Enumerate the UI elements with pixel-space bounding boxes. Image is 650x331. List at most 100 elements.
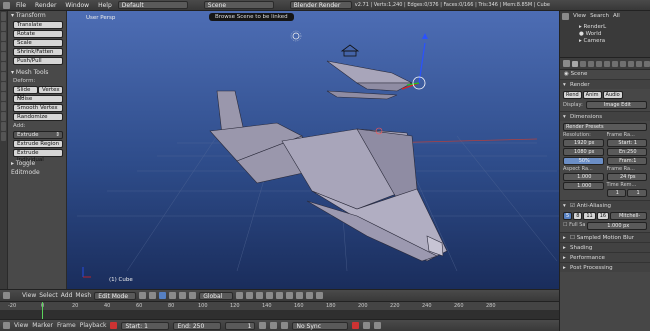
- panel-header-transform[interactable]: ▾ Transform: [9, 11, 65, 20]
- record-icon[interactable]: [110, 322, 118, 329]
- jump-start-icon[interactable]: [259, 322, 267, 329]
- timeline-ruler[interactable]: -20 0 20 40 60 80 100 120 140 160 180 20…: [0, 302, 559, 310]
- snap-element-icon[interactable]: [306, 292, 314, 299]
- modifiers-tab-icon[interactable]: [620, 60, 626, 67]
- resolution-percent-slider[interactable]: 50%: [563, 157, 604, 165]
- current-frame-field[interactable]: 1: [225, 321, 256, 330]
- translate-manipulator-icon[interactable]: [169, 292, 177, 299]
- render-presets-menu[interactable]: Render Presets: [563, 123, 647, 131]
- constraints-tab-icon[interactable]: [612, 60, 618, 67]
- full-sample-checkbox[interactable]: ☐ Full Sa: [563, 222, 585, 229]
- smooth-vertex-button[interactable]: Smooth Vertex: [13, 104, 63, 112]
- face-select-icon[interactable]: [266, 292, 274, 299]
- layout-selector[interactable]: Default: [117, 1, 188, 9]
- panel-header-shading[interactable]: Shading: [560, 242, 650, 253]
- outliner-menu-all[interactable]: All: [613, 13, 620, 20]
- scene-selector[interactable]: Scene: [203, 1, 274, 9]
- timeline[interactable]: -20 0 20 40 60 80 100 120 140 160 180 20…: [0, 301, 559, 320]
- texture-tab-icon[interactable]: [644, 60, 650, 67]
- timeline-menu-marker[interactable]: Marker: [32, 322, 53, 329]
- aa-samples-16-button[interactable]: 16: [596, 212, 610, 220]
- transform-orientation-selector[interactable]: Global: [199, 291, 234, 300]
- menu-render[interactable]: Render: [32, 2, 59, 9]
- end-frame-field[interactable]: En:250: [606, 148, 647, 156]
- sync-selector[interactable]: No Sync: [292, 321, 349, 330]
- data-tab-icon[interactable]: [628, 60, 634, 67]
- layer-buttons-icon[interactable]: [236, 292, 244, 299]
- menu-help[interactable]: Help: [95, 2, 115, 9]
- render-animation-button[interactable]: Anim: [582, 91, 602, 99]
- properties-editor-icon[interactable]: [563, 60, 570, 67]
- extrude-individual-button[interactable]: Extrude Individual: [13, 149, 63, 163]
- keying-set-icon[interactable]: [363, 322, 371, 329]
- current-frame-marker[interactable]: [42, 302, 43, 320]
- slide-edge-button[interactable]: Slide Ed: [13, 86, 38, 100]
- panel-header-performance[interactable]: Performance: [560, 252, 650, 263]
- menu-add[interactable]: Add: [61, 292, 73, 299]
- noise-button[interactable]: Noise: [13, 95, 63, 103]
- 3d-viewport[interactable]: User Persp (1) Cube Browse Scene to be l…: [67, 11, 559, 289]
- object-tab-icon[interactable]: [604, 60, 610, 67]
- menu-mesh[interactable]: Mesh: [75, 292, 91, 299]
- insert-keyframe-icon[interactable]: [374, 322, 382, 329]
- proportional-edit-icon[interactable]: [286, 292, 294, 299]
- anti-aliasing-checkbox[interactable]: ☑: [570, 203, 575, 209]
- menu-view[interactable]: View: [22, 292, 36, 299]
- render-audio-button[interactable]: Audio: [602, 91, 623, 99]
- push-pull-button[interactable]: Push/Pull: [13, 57, 63, 65]
- resolution-x-field[interactable]: 1920 px: [563, 139, 604, 147]
- aa-samples-11-button[interactable]: 11: [583, 212, 596, 220]
- panel-header-render[interactable]: Render: [560, 79, 650, 90]
- auto-keying-icon[interactable]: [352, 322, 360, 329]
- render-tab-icon[interactable]: [572, 60, 578, 67]
- rotate-manipulator-icon[interactable]: [179, 292, 187, 299]
- vertex-select-icon[interactable]: [246, 292, 254, 299]
- outliner[interactable]: View Search All ▸ RenderL ● World ▸ Came…: [560, 11, 650, 58]
- time-old-field[interactable]: 1: [606, 189, 627, 197]
- info-editor-icon[interactable]: [3, 1, 10, 9]
- rotate-button[interactable]: Rotate: [13, 30, 63, 38]
- pivot-point-icon[interactable]: [149, 292, 157, 299]
- shading-mode-icon[interactable]: [139, 292, 147, 299]
- timeline-editor-icon[interactable]: [3, 322, 10, 329]
- start-frame-field[interactable]: Start: 1: [121, 321, 170, 330]
- start-frame-field[interactable]: Start: 1: [606, 139, 647, 147]
- play-icon[interactable]: [270, 322, 278, 329]
- timeline-menu-playback[interactable]: Playback: [80, 322, 107, 329]
- time-new-field[interactable]: 1: [627, 189, 647, 197]
- filter-size-field[interactable]: 1.000 px: [587, 222, 647, 230]
- timeline-track[interactable]: [0, 310, 559, 319]
- tool-shelf-tabs[interactable]: [0, 11, 8, 289]
- scale-manipulator-icon[interactable]: [189, 292, 197, 299]
- edge-select-icon[interactable]: [256, 292, 264, 299]
- material-tab-icon[interactable]: [636, 60, 642, 67]
- translate-button[interactable]: Translate: [13, 21, 63, 29]
- end-frame-field[interactable]: End: 250: [173, 321, 222, 330]
- properties-tabs[interactable]: [560, 58, 650, 70]
- snap-icon[interactable]: [296, 292, 304, 299]
- aspect-x-field[interactable]: 1.000: [563, 173, 604, 181]
- shrink-fatten-button[interactable]: Shrink/Fatten: [13, 48, 63, 56]
- jump-end-icon[interactable]: [281, 322, 289, 329]
- slide-vertex-button[interactable]: Vertex: [38, 86, 63, 94]
- menu-file[interactable]: File: [13, 2, 29, 9]
- randomize-button[interactable]: Randomize: [13, 113, 63, 121]
- aspect-y-field[interactable]: 1.000: [563, 182, 604, 190]
- panel-header-mesh-tools[interactable]: ▾ Mesh Tools: [9, 68, 65, 77]
- outliner-item-world[interactable]: ● World: [579, 31, 650, 38]
- layers-tab-icon[interactable]: [580, 60, 586, 67]
- fps-selector[interactable]: 24 fps: [606, 173, 647, 181]
- timeline-menu-frame[interactable]: Frame: [57, 322, 76, 329]
- panel-header-post-processing[interactable]: Post Processing: [560, 262, 650, 273]
- outliner-menu-search[interactable]: Search: [590, 13, 609, 20]
- outliner-item-renderlayers[interactable]: ▸ RenderL: [579, 24, 650, 31]
- outliner-item-camera[interactable]: ▸ Camera: [579, 38, 650, 45]
- extrude-menu[interactable]: Extrude ⇕: [13, 131, 63, 139]
- limit-selection-icon[interactable]: [276, 292, 284, 299]
- menu-window[interactable]: Window: [62, 2, 92, 9]
- manipulator-toggle-icon[interactable]: [159, 292, 167, 299]
- opengl-render-icon[interactable]: [316, 292, 324, 299]
- display-selector[interactable]: Image Edit: [585, 101, 647, 109]
- scale-button[interactable]: Scale: [13, 39, 63, 47]
- panel-header-dimensions[interactable]: Dimensions: [560, 111, 650, 122]
